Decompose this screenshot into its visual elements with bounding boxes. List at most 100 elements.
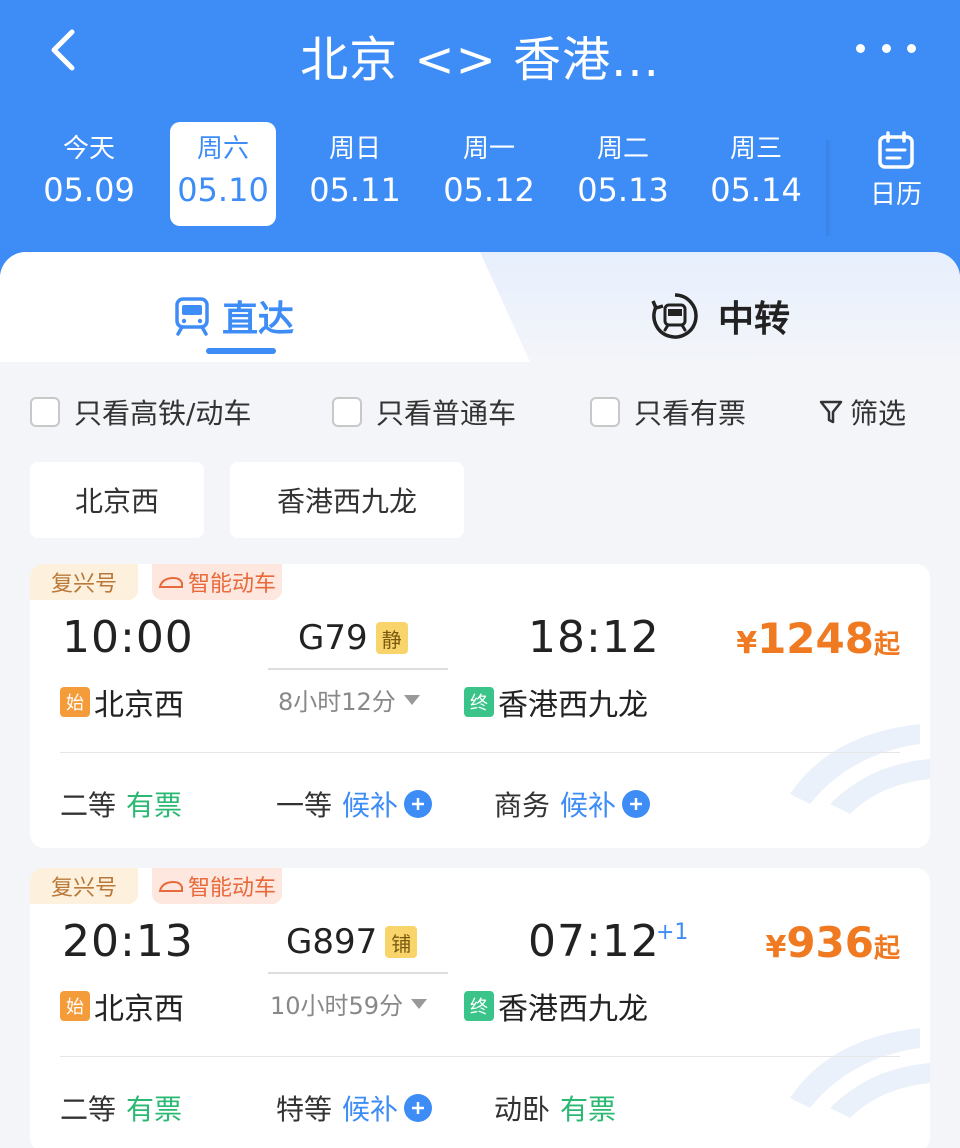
price-currency: ¥ — [765, 930, 787, 965]
seat-status: 候补 — [560, 789, 617, 822]
filter-available[interactable]: 只看有票 — [590, 392, 746, 432]
duration-text: 10小时59分 — [270, 992, 404, 1020]
train-number: G897 铺 — [286, 922, 418, 962]
more-button[interactable] — [856, 28, 916, 68]
tab-bar: 直达 中转 — [0, 252, 960, 362]
date-value: 05.14 — [710, 171, 802, 209]
date-value: 05.09 — [43, 171, 135, 209]
tab-active-indicator — [206, 348, 276, 354]
more-dot-icon — [856, 43, 865, 53]
date-selector: 今天 05.09 周六 05.10 周日 05.11 周一 05.12 周二 0… — [0, 110, 960, 250]
seat-class[interactable]: 商务 候补 — [494, 784, 651, 824]
train-number: G79 静 — [298, 618, 408, 658]
funnel-icon — [819, 400, 843, 424]
plus-circle-icon[interactable] — [622, 790, 651, 818]
arrival-time: 07:12 — [528, 916, 660, 967]
more-dot-icon — [907, 43, 916, 53]
plus-circle-icon[interactable] — [404, 1094, 433, 1122]
date-weekday: 周六 — [196, 134, 249, 164]
start-tag: 始 — [60, 991, 90, 1021]
duration[interactable]: 8小时12分 — [278, 682, 420, 717]
seat-class-name: 一等 — [276, 789, 333, 822]
station-chip[interactable]: 香港西九龙 — [230, 462, 464, 538]
checkbox[interactable] — [332, 397, 362, 427]
station-chips: 北京西 香港西九龙 — [30, 462, 490, 538]
filter-high-speed[interactable]: 只看高铁/动车 — [30, 392, 251, 432]
start-tag: 始 — [60, 687, 90, 717]
date-value: 05.12 — [443, 171, 535, 209]
next-day-indicator: +1 — [656, 920, 689, 945]
date-weekday: 周二 — [596, 134, 649, 164]
departure-time: 10:00 — [62, 612, 194, 663]
caret-down-icon — [411, 998, 428, 1009]
seat-class[interactable]: 一等 候补 — [276, 784, 433, 824]
price: ¥ 1248 起 — [736, 614, 900, 663]
date-weekday: 周日 — [328, 134, 381, 164]
page-title: 北京 <> 香港... — [300, 32, 660, 88]
bullet-train-icon — [158, 576, 183, 588]
tab-transfer[interactable]: 中转 — [650, 288, 790, 344]
divider — [60, 752, 900, 753]
date-item[interactable]: 今天 05.09 — [36, 122, 142, 226]
transfer-train-icon — [651, 293, 698, 339]
date-item[interactable]: 周三 05.14 — [703, 122, 809, 226]
train-number-text: G79 — [298, 618, 368, 658]
seat-class: 动卧 有票 — [494, 1088, 616, 1128]
seat-status: 有票 — [126, 789, 183, 822]
seat-class-name: 特等 — [276, 1093, 333, 1126]
divider — [826, 140, 832, 236]
price-suffix: 起 — [873, 630, 900, 660]
station-chip[interactable]: 北京西 — [30, 462, 204, 538]
checkbox[interactable] — [30, 397, 60, 427]
smart-train-label: 智能动车 — [187, 876, 276, 901]
seat-class: 二等 有票 — [60, 1088, 182, 1128]
date-weekday: 周三 — [729, 134, 782, 164]
caret-down-icon — [403, 694, 420, 705]
seat-status: 候补 — [342, 1093, 399, 1126]
smart-train-badge: 智能动车 — [152, 868, 282, 904]
checkbox[interactable] — [590, 397, 620, 427]
sleeper-tag: 铺 — [385, 926, 418, 958]
date-value: 05.10 — [177, 171, 269, 209]
date-item[interactable]: 周日 05.11 — [302, 122, 408, 226]
more-dot-icon — [881, 43, 891, 53]
seat-status: 有票 — [126, 1093, 183, 1126]
date-item[interactable]: 周二 05.13 — [570, 122, 676, 226]
price-suffix: 起 — [873, 934, 900, 964]
calendar-button[interactable]: 日历 — [848, 130, 944, 220]
start-station: 始 北京西 — [60, 680, 184, 724]
train-number-text: G897 — [286, 922, 378, 962]
watermark-graphic — [790, 724, 930, 814]
quiet-carriage-tag: 静 — [375, 622, 408, 654]
train-card[interactable]: 复兴号 智能动车 20:13 G897 铺 07:12 +1 10小时59分 始… — [30, 868, 930, 1148]
smart-train-label: 智能动车 — [187, 572, 276, 597]
screen-button[interactable]: 筛选 — [818, 392, 906, 432]
date-item-selected[interactable]: 周六 05.10 — [170, 122, 276, 226]
filter-normal-train[interactable]: 只看普通车 — [332, 392, 516, 432]
plus-circle-icon[interactable] — [404, 790, 433, 818]
filter-label: 只看普通车 — [376, 397, 517, 430]
calendar-icon — [878, 131, 914, 169]
duration[interactable]: 10小时59分 — [270, 986, 428, 1021]
tab-transfer-label: 中转 — [718, 299, 791, 340]
price-value: 1248 — [757, 614, 874, 663]
header: 北京 <> 香港... — [0, 0, 960, 110]
smart-train-badge: 智能动车 — [152, 564, 282, 600]
end-station: 终 香港西九龙 — [464, 984, 648, 1028]
end-tag: 终 — [464, 687, 494, 717]
date-item[interactable]: 周一 05.12 — [436, 122, 542, 226]
start-station: 始 北京西 — [60, 984, 184, 1028]
departure-time: 20:13 — [62, 916, 194, 967]
seat-class-name: 动卧 — [494, 1093, 551, 1126]
seat-class[interactable]: 特等 候补 — [276, 1088, 433, 1128]
seat-status: 有票 — [560, 1093, 617, 1126]
tab-direct[interactable]: 直达 — [174, 288, 294, 344]
start-station-name: 北京西 — [94, 688, 184, 723]
main-panel: 直达 中转 只看高铁/动车 只看普通车 只看有票 筛选 北京西 香港西九龙 复兴… — [0, 252, 960, 1148]
screen-label: 筛选 — [850, 397, 907, 430]
route-line — [268, 668, 448, 670]
train-card[interactable]: 复兴号 智能动车 10:00 G79 静 18:12 8小时12分 始 北京西 … — [30, 564, 930, 848]
seat-class: 二等 有票 — [60, 784, 182, 824]
date-weekday: 今天 — [62, 134, 115, 164]
seat-status: 候补 — [342, 789, 399, 822]
